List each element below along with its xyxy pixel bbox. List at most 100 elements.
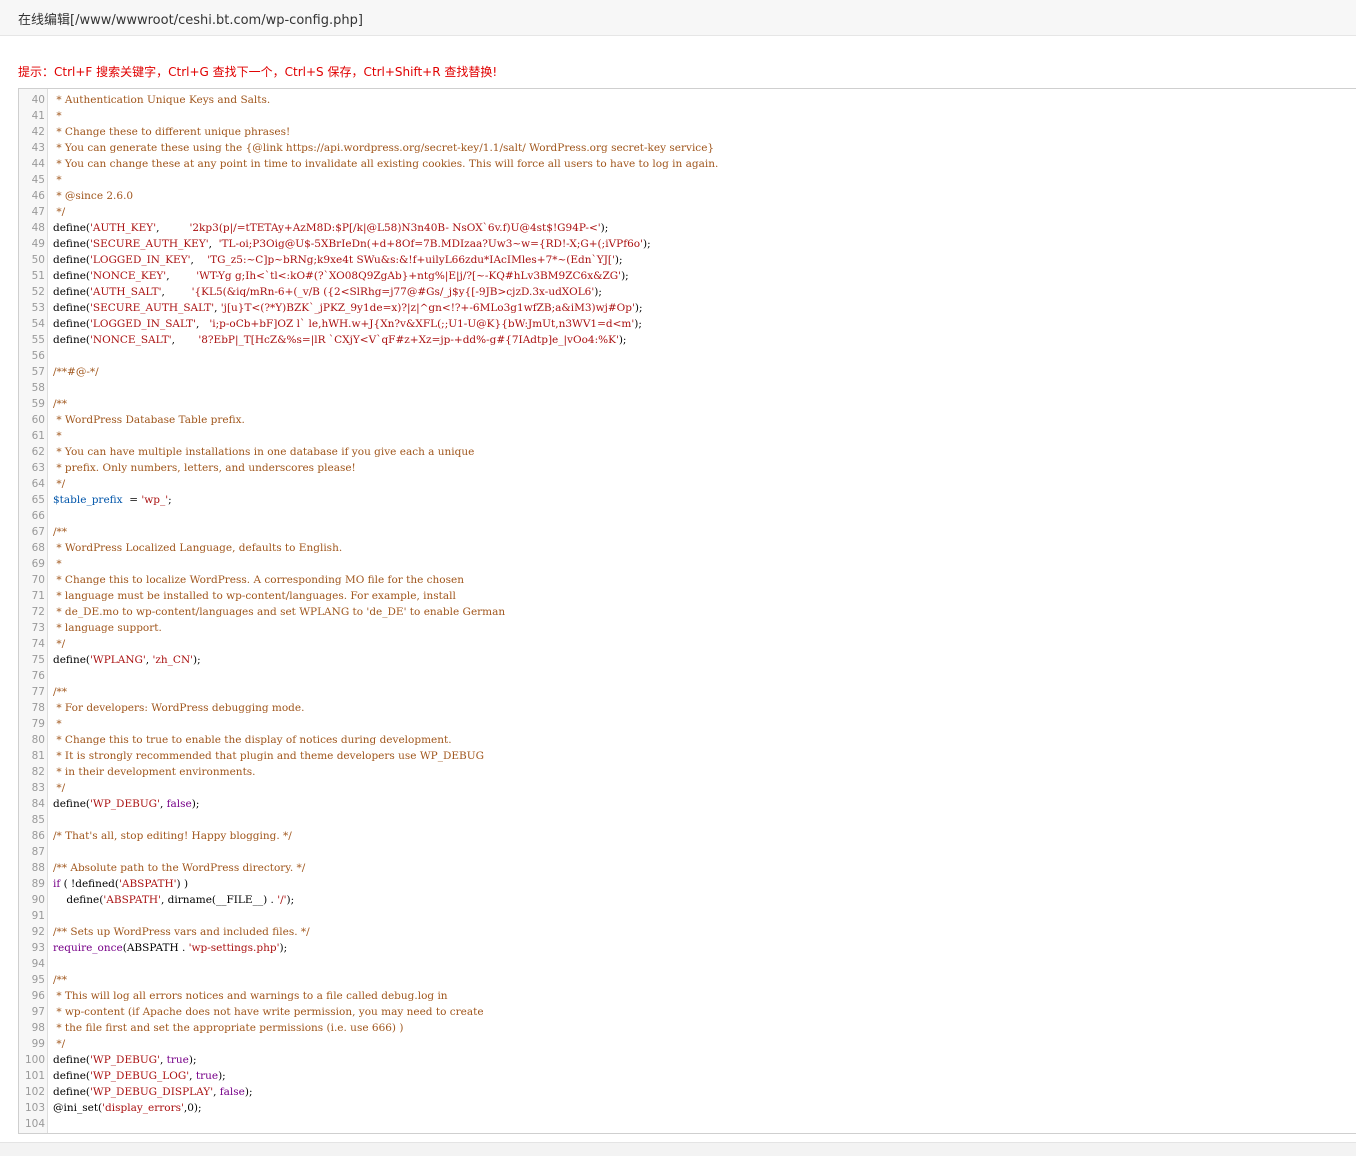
code-line[interactable]: 80 * Change this to true to enable the d… <box>19 732 1356 748</box>
line-text: * Change this to true to enable the disp… <box>53 732 451 748</box>
code-lines[interactable]: 40 * Authentication Unique Keys and Salt… <box>19 92 1356 1132</box>
code-line[interactable]: 61 * <box>19 428 1356 444</box>
code-line[interactable]: 103 @ini_set('display_errors',0); <box>19 1100 1356 1116</box>
code-line[interactable]: 65 $table_prefix = 'wp_'; <box>19 492 1356 508</box>
code-line[interactable]: 75 define('WPLANG', 'zh_CN'); <box>19 652 1356 668</box>
code-line[interactable]: 69 * <box>19 556 1356 572</box>
code-line[interactable]: 89 if ( !defined('ABSPATH') ) <box>19 876 1356 892</box>
code-line[interactable]: 94 <box>19 956 1356 972</box>
code-line[interactable]: 72 * de_DE.mo to wp-content/languages an… <box>19 604 1356 620</box>
code-line[interactable]: 104 <box>19 1116 1356 1132</box>
code-line[interactable]: 73 * language support. <box>19 620 1356 636</box>
code-line[interactable]: 48 define('AUTH_KEY', '2kp3(p|/=tTETAy+Az… <box>19 220 1356 236</box>
comment-token: * <box>53 718 62 730</box>
punctuation-token: (ABSPATH . <box>122 942 189 954</box>
code-line[interactable]: 57 /**#@-*/ <box>19 364 1356 380</box>
code-line[interactable]: 66 <box>19 508 1356 524</box>
code-line[interactable]: 45 * <box>19 172 1356 188</box>
code-line[interactable]: 82 * in their development environments. <box>19 764 1356 780</box>
code-line[interactable]: 99 */ <box>19 1036 1356 1052</box>
code-line[interactable]: 71 * language must be installed to wp-co… <box>19 588 1356 604</box>
code-line[interactable]: 93 require_once(ABSPATH . 'wp-settings.ph… <box>19 940 1356 956</box>
code-line[interactable]: 83 */ <box>19 780 1356 796</box>
code-line[interactable]: 40 * Authentication Unique Keys and Salt… <box>19 92 1356 108</box>
line-text: * language support. <box>53 620 162 636</box>
code-line[interactable]: 58 <box>19 380 1356 396</box>
code-line[interactable]: 56 <box>19 348 1356 364</box>
code-line[interactable]: 78 * For developers: WordPress debugging… <box>19 700 1356 716</box>
comment-token: * <box>53 430 62 442</box>
code-line[interactable]: 92 /** Sets up WordPress vars and include… <box>19 924 1356 940</box>
code-line[interactable]: 60 * WordPress Database Table prefix. <box>19 412 1356 428</box>
code-line[interactable]: 46 * @since 2.6.0 <box>19 188 1356 204</box>
code-line[interactable]: 47 */ <box>19 204 1356 220</box>
code-line[interactable]: 70 * Change this to localize WordPress. … <box>19 572 1356 588</box>
line-number: 74 <box>31 638 45 650</box>
line-text: * prefix. Only numbers, letters, and und… <box>53 460 355 476</box>
line-text: /** <box>53 524 67 540</box>
line-number: 97 <box>31 1006 45 1018</box>
code-line[interactable]: 77 /** <box>19 684 1356 700</box>
code-line[interactable]: 42 * Change these to different unique ph… <box>19 124 1356 140</box>
code-line[interactable]: 59 /** <box>19 396 1356 412</box>
code-line[interactable]: 85 <box>19 812 1356 828</box>
line-number: 76 <box>31 670 45 682</box>
code-line[interactable]: 79 * <box>19 716 1356 732</box>
code-editor[interactable]: 40 * Authentication Unique Keys and Salt… <box>18 88 1356 1134</box>
code-line[interactable]: 52 define('AUTH_SALT', '{KL5(&iq/mRn-6+(_… <box>19 284 1356 300</box>
line-number: 79 <box>31 718 45 730</box>
code-line[interactable]: 67 /** <box>19 524 1356 540</box>
function-token: define <box>66 894 100 906</box>
string-token: '8?EbP|_T[HcZ&%s=|lR `CXjY<V`qF#z+Xz=jp-… <box>198 334 619 346</box>
code-line[interactable]: 41 * <box>19 108 1356 124</box>
punctuation-token: ) ) <box>176 878 189 890</box>
code-line[interactable]: 51 define('NONCE_KEY', 'WT-Yg g;Ih<`tl<:k… <box>19 268 1356 284</box>
line-number: 53 <box>31 302 45 314</box>
code-line[interactable]: 86 /* That's all, stop editing! Happy blo… <box>19 828 1356 844</box>
string-token: '{KL5(&iq/mRn-6+(_v/B ({2<SlRhg=j77@#Gs/… <box>191 286 595 298</box>
code-line[interactable]: 62 * You can have multiple installations… <box>19 444 1356 460</box>
code-line[interactable]: 102 define('WP_DEBUG_DISPLAY', false); <box>19 1084 1356 1100</box>
code-line[interactable]: 44 * You can change these at any point i… <box>19 156 1356 172</box>
code-line[interactable]: 88 /** Absolute path to the WordPress dir… <box>19 860 1356 876</box>
code-line[interactable]: 49 define('SECURE_AUTH_KEY', 'TL-oi;P3Oig… <box>19 236 1356 252</box>
string-token: 'WP_DEBUG_DISPLAY' <box>90 1086 214 1098</box>
code-line[interactable]: 90 define('ABSPATH', dirname(__FILE__) .… <box>19 892 1356 908</box>
line-text: define('NONCE_KEY', 'WT-Yg g;Ih<`tl<:kO#… <box>53 268 629 284</box>
line-number: 52 <box>31 286 45 298</box>
string-token: 'ABSPATH' <box>103 894 161 906</box>
code-line[interactable]: 87 <box>19 844 1356 860</box>
line-number: 69 <box>31 558 45 570</box>
code-line[interactable]: 53 define('SECURE_AUTH_SALT', 'j[u}T<(?*Y… <box>19 300 1356 316</box>
code-line[interactable]: 63 * prefix. Only numbers, letters, and … <box>19 460 1356 476</box>
line-text: * You can have multiple installations in… <box>53 444 474 460</box>
code-line[interactable]: 50 define('LOGGED_IN_KEY', 'TG_z5:~C]p~bR… <box>19 252 1356 268</box>
code-line[interactable]: 81 * It is strongly recommended that plu… <box>19 748 1356 764</box>
code-line[interactable]: 97 * wp-content (if Apache does not have… <box>19 1004 1356 1020</box>
punctuation-token: , dirname(__FILE__) . <box>160 894 278 906</box>
code-line[interactable]: 101 define('WP_DEBUG_LOG', true); <box>19 1068 1356 1084</box>
code-line[interactable]: 68 * WordPress Localized Language, defau… <box>19 540 1356 556</box>
code-line[interactable]: 91 <box>19 908 1356 924</box>
function-token: define <box>53 1054 86 1066</box>
comment-token: * in their development environments. <box>53 766 256 778</box>
code-line[interactable]: 84 define('WP_DEBUG', false); <box>19 796 1356 812</box>
code-line[interactable]: 64 */ <box>19 476 1356 492</box>
code-line[interactable]: 43 * You can generate these using the {@… <box>19 140 1356 156</box>
line-text: * For developers: WordPress debugging mo… <box>53 700 304 716</box>
code-line[interactable]: 95 /** <box>19 972 1356 988</box>
code-line[interactable]: 76 <box>19 668 1356 684</box>
code-line[interactable]: 96 * This will log all errors notices an… <box>19 988 1356 1004</box>
code-line[interactable]: 55 define('NONCE_SALT', '8?EbP|_T[HcZ&%s=… <box>19 332 1356 348</box>
code-line[interactable]: 74 */ <box>19 636 1356 652</box>
comment-token: /** <box>53 398 68 410</box>
code-line[interactable]: 54 define('LOGGED_IN_SALT', 'i;p-oCb+bF]O… <box>19 316 1356 332</box>
code-line[interactable]: 100 define('WP_DEBUG', true); <box>19 1052 1356 1068</box>
string-token: '/' <box>277 894 287 906</box>
punctuation-token: , <box>189 1070 196 1082</box>
line-text: * <box>53 428 62 444</box>
code-line[interactable]: 98 * the file first and set the appropri… <box>19 1020 1356 1036</box>
string-token: 'WP_DEBUG' <box>90 798 160 810</box>
function-token: define <box>53 318 86 330</box>
line-number: 94 <box>31 958 45 970</box>
